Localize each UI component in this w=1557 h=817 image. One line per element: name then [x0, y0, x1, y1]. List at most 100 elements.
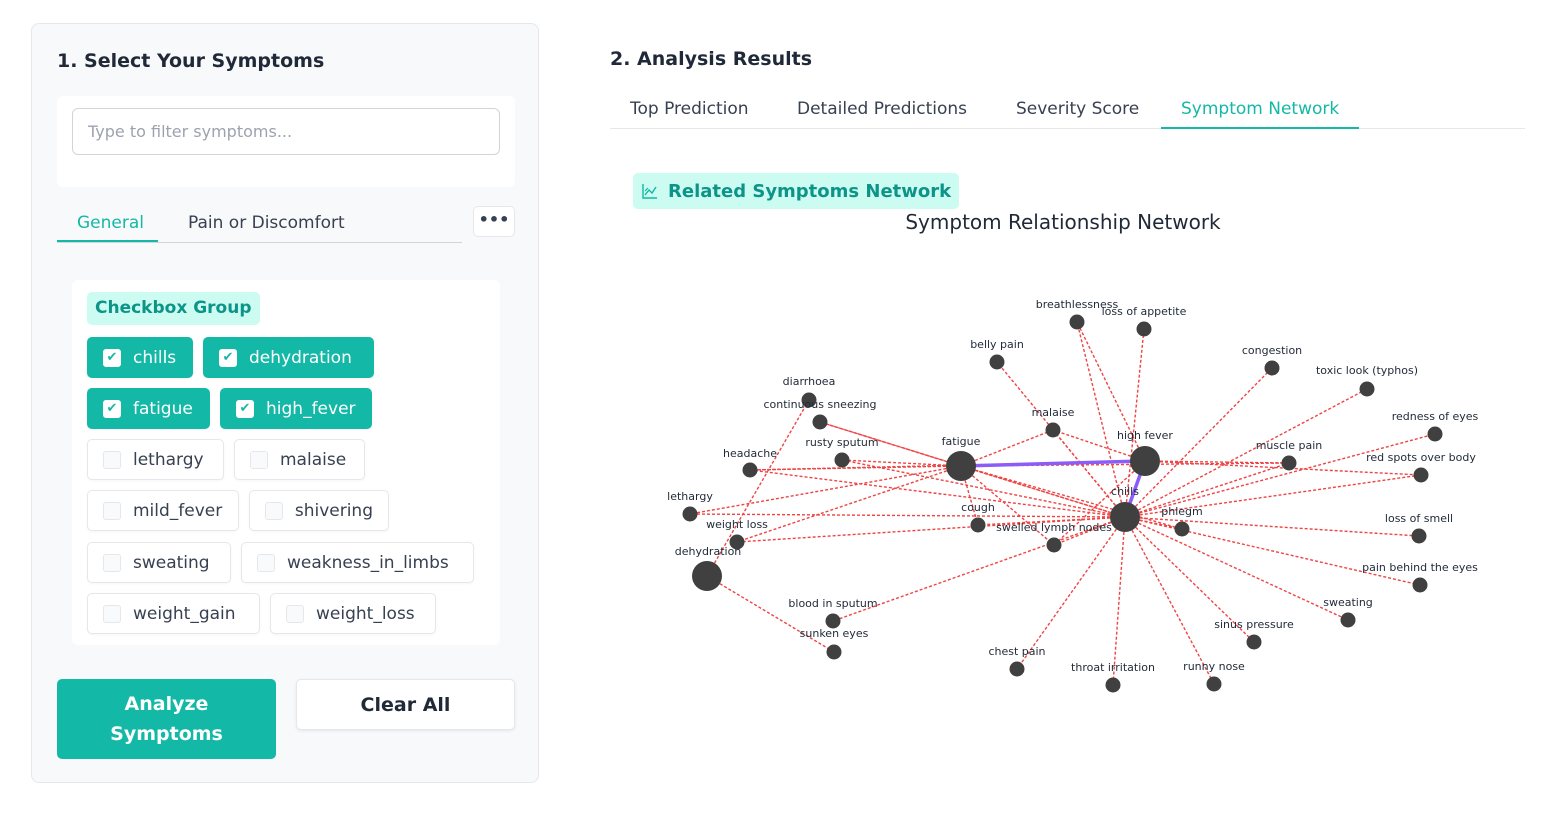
symptom-checkbox-mild-fever[interactable]: mild_fever: [87, 490, 239, 531]
network-node-headache[interactable]: [742, 462, 758, 478]
network-edge-chills-malaise: [1052, 429, 1126, 518]
checkbox-icon: [103, 553, 121, 572]
network-node-label-pain-behind-the-eyes: pain behind the eyes: [1362, 561, 1478, 574]
network-node-loss-of-smell[interactable]: [1411, 528, 1427, 544]
network-node-label-rusty-sputum: rusty sputum: [805, 436, 878, 449]
network-node-label-swelled-lymph-nodes: swelled lymph nodes: [996, 521, 1112, 534]
checkbox-icon: [250, 450, 268, 469]
network-node-label-sunken-eyes: sunken eyes: [800, 627, 869, 640]
network-node-loss-of-appetite[interactable]: [1136, 321, 1152, 337]
check-icon: ✔: [219, 348, 237, 367]
network-node-muscle-pain[interactable]: [1281, 455, 1297, 471]
symptom-checkbox-chills[interactable]: ✔ chills: [87, 337, 193, 378]
network-edge-chills-congestion: [1124, 367, 1273, 518]
symptom-label: sweating: [133, 552, 210, 573]
symptom-checkbox-fatigue[interactable]: ✔ fatigue: [87, 388, 210, 429]
network-node-label-dehydration: dehydration: [675, 545, 742, 558]
network-node-continuous-sneezing[interactable]: [812, 414, 828, 430]
network-node-redness-of-eyes[interactable]: [1427, 426, 1443, 442]
symptom-network-chart: Symptom Relationship Network fatigue high…: [667, 210, 1479, 693]
checkbox-icon: [286, 604, 304, 623]
tab-detailed-predictions[interactable]: Detailed Predictions: [797, 92, 967, 128]
network-node-sweating[interactable]: [1340, 612, 1356, 628]
network-node-label-fatigue: fatigue: [942, 435, 981, 448]
network-node-breathlessness[interactable]: [1069, 314, 1085, 330]
network-node-sunken-eyes[interactable]: [826, 644, 842, 660]
checkbox-icon: [103, 450, 121, 469]
network-node-label-belly-pain: belly pain: [970, 338, 1024, 351]
network-node-chills[interactable]: [1110, 502, 1140, 532]
network-node-label-blood-in-sputum: blood in sputum: [788, 597, 877, 610]
network-node-phlegm[interactable]: [1174, 521, 1190, 537]
check-icon: ✔: [236, 399, 254, 418]
network-node-label-sweating: sweating: [1323, 596, 1373, 609]
network-node-congestion[interactable]: [1264, 360, 1280, 376]
network-node-belly-pain[interactable]: [989, 354, 1005, 370]
clear-all-button[interactable]: Clear All: [296, 679, 515, 730]
network-node-sinus-pressure[interactable]: [1246, 634, 1262, 650]
symptom-checkbox-dehydration[interactable]: ✔ dehydration: [203, 337, 374, 378]
symptom-checkbox-malaise[interactable]: malaise: [234, 439, 365, 480]
network-node-pain-behind-the-eyes[interactable]: [1412, 577, 1428, 593]
network-node-high-fever[interactable]: [1130, 446, 1160, 476]
category-tabs: General Pain or Discomfort: [57, 205, 462, 243]
more-tabs-button[interactable]: •••: [473, 206, 515, 237]
network-node-label-continuous-sneezing: continuous sneezing: [763, 398, 876, 411]
symptom-checkbox-lethargy[interactable]: lethargy: [87, 439, 224, 480]
network-node-throat-irritation[interactable]: [1105, 677, 1121, 693]
check-icon: ✔: [103, 348, 121, 367]
network-edge-chills-lethargy: [689, 513, 1126, 518]
symptom-checkbox-high-fever[interactable]: ✔ high_fever: [220, 388, 372, 429]
network-node-label-lethargy: lethargy: [667, 490, 713, 503]
network-edge-dehydration-sunken-eyes: [706, 575, 835, 653]
symptom-selection-panel: 1. Select Your Symptoms General Pain or …: [31, 23, 539, 783]
symptom-filter-input[interactable]: [72, 108, 500, 155]
network-node-rusty-sputum[interactable]: [834, 452, 850, 468]
network-edge-chills-runny-nose: [1124, 516, 1215, 685]
network-node-dehydration[interactable]: [692, 561, 722, 591]
network-node-label-toxic-look-typhos: toxic look (typhos): [1316, 364, 1418, 377]
checkbox-icon: [257, 553, 275, 572]
symptom-label: malaise: [280, 449, 347, 470]
tab-top-prediction[interactable]: Top Prediction: [630, 92, 749, 128]
symptom-label: lethargy: [133, 449, 204, 470]
network-node-runny-nose[interactable]: [1206, 676, 1222, 692]
symptom-label: weight_loss: [316, 603, 415, 624]
tab-pain-or-discomfort[interactable]: Pain or Discomfort: [188, 205, 345, 241]
symptom-checkbox-shivering[interactable]: shivering: [249, 490, 389, 531]
network-node-chest-pain[interactable]: [1009, 661, 1025, 677]
network-node-label-chills: chills: [1111, 485, 1139, 498]
tab-severity-score[interactable]: Severity Score: [1016, 92, 1139, 128]
network-node-fatigue[interactable]: [946, 451, 976, 481]
symptom-label: weight_gain: [133, 603, 236, 624]
chart-icon: [642, 184, 657, 199]
network-edge-chills-toxic-look-typhos: [1124, 388, 1368, 518]
network-node-toxic-look-typhos[interactable]: [1359, 381, 1375, 397]
checkbox-icon: [103, 501, 121, 520]
network-node-label-phlegm: phlegm: [1161, 505, 1202, 518]
network-node-cough[interactable]: [970, 517, 986, 533]
network-node-red-spots-over-body[interactable]: [1413, 467, 1429, 483]
checkbox-group-label: Checkbox Group: [87, 292, 260, 325]
symptom-checkbox-weight-gain[interactable]: weight_gain: [87, 593, 260, 634]
symptom-checkbox-sweating[interactable]: sweating: [87, 542, 231, 583]
symptom-checkbox-weakness-in-limbs[interactable]: weakness_in_limbs: [241, 542, 474, 583]
network-node-label-high-fever: high fever: [1117, 429, 1173, 442]
checkbox-icon: [265, 501, 283, 520]
tab-general[interactable]: General: [57, 205, 158, 242]
panel-title: 1. Select Your Symptoms: [57, 50, 325, 72]
network-node-label-redness-of-eyes: redness of eyes: [1392, 410, 1479, 423]
network-node-label-loss-of-appetite: loss of appetite: [1102, 305, 1187, 318]
network-node-swelled-lymph-nodes[interactable]: [1046, 537, 1062, 553]
analyze-symptoms-button[interactable]: Analyze Symptoms: [57, 679, 276, 759]
network-node-label-weight-loss: weight loss: [706, 518, 768, 531]
symptom-checkbox-weight-loss[interactable]: weight_loss: [270, 593, 436, 634]
symptom-label: weakness_in_limbs: [287, 552, 449, 573]
symptom-label: dehydration: [249, 347, 352, 368]
network-node-malaise[interactable]: [1045, 422, 1061, 438]
tab-symptom-network[interactable]: Symptom Network: [1160, 92, 1360, 129]
chart-title: Symptom Relationship Network: [905, 210, 1221, 234]
network-node-lethargy[interactable]: [682, 506, 698, 522]
network-node-label-muscle-pain: muscle pain: [1256, 439, 1323, 452]
symptom-label: mild_fever: [133, 500, 223, 521]
